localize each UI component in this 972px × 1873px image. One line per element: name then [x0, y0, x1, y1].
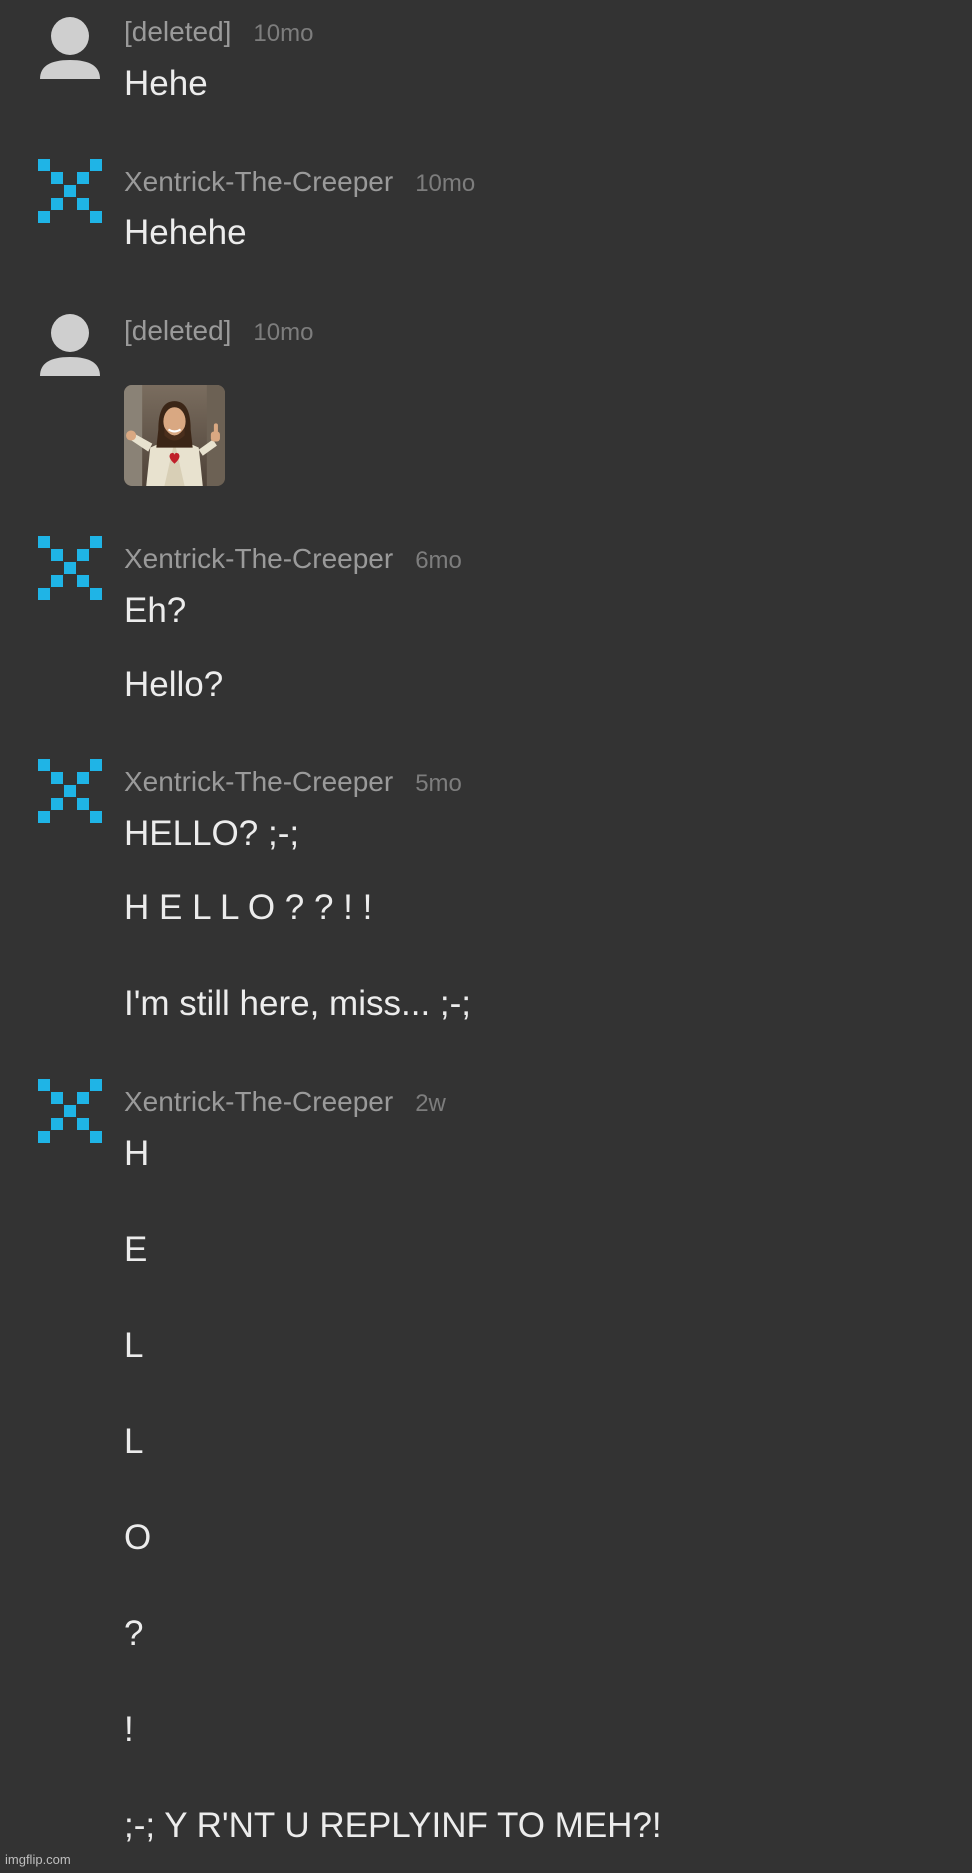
comment-2-meta: Xentrick-The-Creeper 10mo [124, 166, 475, 198]
comment-6-line-6: ? [124, 1614, 144, 1653]
comment-3-meta: [deleted] 10mo [124, 315, 313, 347]
checkered-x-avatar-icon[interactable] [36, 757, 104, 825]
comment-6-line-2: E [124, 1230, 148, 1269]
checkered-x-avatar-icon[interactable] [36, 1077, 104, 1145]
comment-6-line-4: L [124, 1422, 144, 1461]
comment-5-meta: Xentrick-The-Creeper 5mo [124, 766, 462, 798]
deleted-user-avatar-icon[interactable] [36, 313, 104, 381]
deleted-user-avatar-icon[interactable] [36, 16, 104, 84]
comment-author[interactable]: Xentrick-The-Creeper [124, 543, 393, 574]
checkered-x-avatar-icon[interactable] [36, 534, 104, 602]
comment-author[interactable]: Xentrick-The-Creeper [124, 766, 393, 797]
comment-4-line-1: Eh? [124, 591, 187, 630]
comment-6-line-1: H [124, 1134, 150, 1173]
imgflip-watermark: imgflip.com [5, 1852, 71, 1867]
comment-author[interactable]: Xentrick-The-Creeper [124, 166, 393, 197]
comment-5-line-1: HELLO? ;-; [124, 814, 300, 853]
comment-6-line-3: L [124, 1326, 144, 1365]
comment-4-meta: Xentrick-The-Creeper 6mo [124, 543, 462, 575]
checkered-x-avatar-icon[interactable] [36, 157, 104, 225]
comment-timestamp[interactable]: 5mo [415, 770, 462, 797]
comment-author[interactable]: Xentrick-The-Creeper [124, 1086, 393, 1117]
comment-timestamp[interactable]: 10mo [253, 319, 313, 346]
comment-timestamp[interactable]: 2w [415, 1090, 446, 1117]
comment-1-line-1: Hehe [124, 64, 208, 103]
comment-6-line-5: O [124, 1518, 152, 1557]
comment-5-line-2: H E L L O ? ? ! ! [124, 888, 373, 927]
comment-1-meta: [deleted] 10mo [124, 16, 313, 48]
comment-timestamp[interactable]: 10mo [253, 20, 313, 47]
comment-6-meta: Xentrick-The-Creeper 2w [124, 1086, 446, 1118]
comment-timestamp[interactable]: 6mo [415, 547, 462, 574]
comment-author[interactable]: [deleted] [124, 315, 231, 346]
comment-6-line-7: ! [124, 1710, 134, 1749]
comment-5-line-3: I'm still here, miss... ;-; [124, 984, 471, 1023]
comment-timestamp[interactable]: 10mo [415, 170, 475, 197]
comment-6-line-8: ;-; Y R'NT U REPLYINF TO MEH?! [124, 1806, 662, 1845]
comment-4-line-2: Hello? [124, 665, 224, 704]
comment-author[interactable]: [deleted] [124, 16, 231, 47]
buddy-christ-image-thumbnail[interactable] [124, 385, 225, 486]
comment-2-line-1: Hehehe [124, 213, 247, 252]
